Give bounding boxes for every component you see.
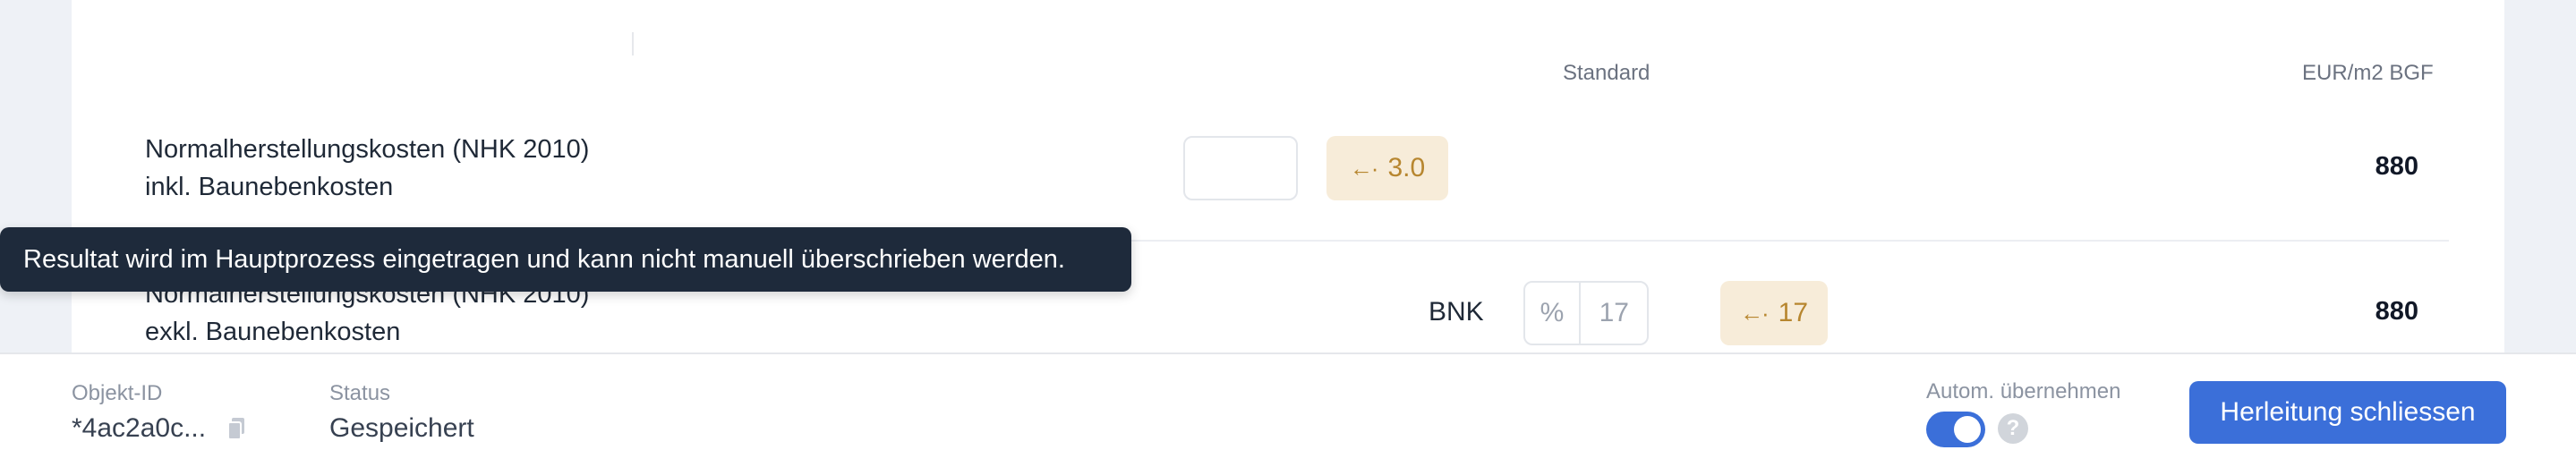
nhk-inkl-input[interactable] bbox=[1183, 136, 1298, 200]
suggestion-value: 17 bbox=[1778, 298, 1809, 327]
row-label-line2: exkl. Baunebenkosten bbox=[145, 318, 401, 346]
tooltip: Resultat wird im Hauptprozess eingetrage… bbox=[0, 227, 1131, 292]
tooltip-text: Resultat wird im Hauptprozess eingetrage… bbox=[23, 244, 1065, 274]
nhk-inkl-suggestion-button[interactable]: ←· 3.0 bbox=[1326, 136, 1448, 200]
auto-apply-label: Autom. übernehmen bbox=[1926, 379, 2121, 403]
suggestion-value: 3.0 bbox=[1387, 153, 1426, 183]
object-id-value: *4ac2a0c... bbox=[72, 413, 207, 443]
toggle-knob bbox=[1954, 416, 1981, 443]
row-label-line2: inkl. Baunebenkosten bbox=[145, 173, 394, 201]
column-header-standard: Standard bbox=[1563, 61, 1651, 85]
status-value: Gespeichert bbox=[329, 413, 474, 443]
arrow-left-dotted-icon: ←· bbox=[1349, 154, 1379, 182]
bnk-suggestion-button[interactable]: ←· 17 bbox=[1720, 281, 1828, 345]
row-label-nhk-inkl: Normalherstellungskosten (NHK 2010) inkl… bbox=[145, 131, 589, 206]
bnk-percent-value[interactable]: 17 bbox=[1581, 283, 1647, 344]
column-divider bbox=[632, 32, 634, 55]
question-circle-icon[interactable]: ? bbox=[1998, 413, 2028, 444]
column-header-unit: EUR/m2 BGF bbox=[2302, 61, 2434, 85]
status-label: Status bbox=[329, 381, 391, 405]
nhk-inkl-result: 880 bbox=[2375, 152, 2418, 181]
row-label-line1: Normalherstellungskosten (NHK 2010) bbox=[145, 135, 590, 164]
close-derivation-button[interactable]: Herleitung schliessen bbox=[2189, 381, 2506, 444]
bnk-label: BNK bbox=[1429, 297, 1484, 327]
auto-apply-toggle[interactable] bbox=[1926, 412, 1985, 447]
object-id-label: Objekt-ID bbox=[72, 381, 163, 405]
bnk-percent-input[interactable]: % 17 bbox=[1523, 281, 1649, 345]
arrow-left-dotted-icon: ←· bbox=[1739, 299, 1770, 327]
copy-icon[interactable] bbox=[227, 417, 245, 440]
nhk-exkl-result: 880 bbox=[2375, 297, 2418, 326]
percent-unit: % bbox=[1525, 283, 1581, 344]
